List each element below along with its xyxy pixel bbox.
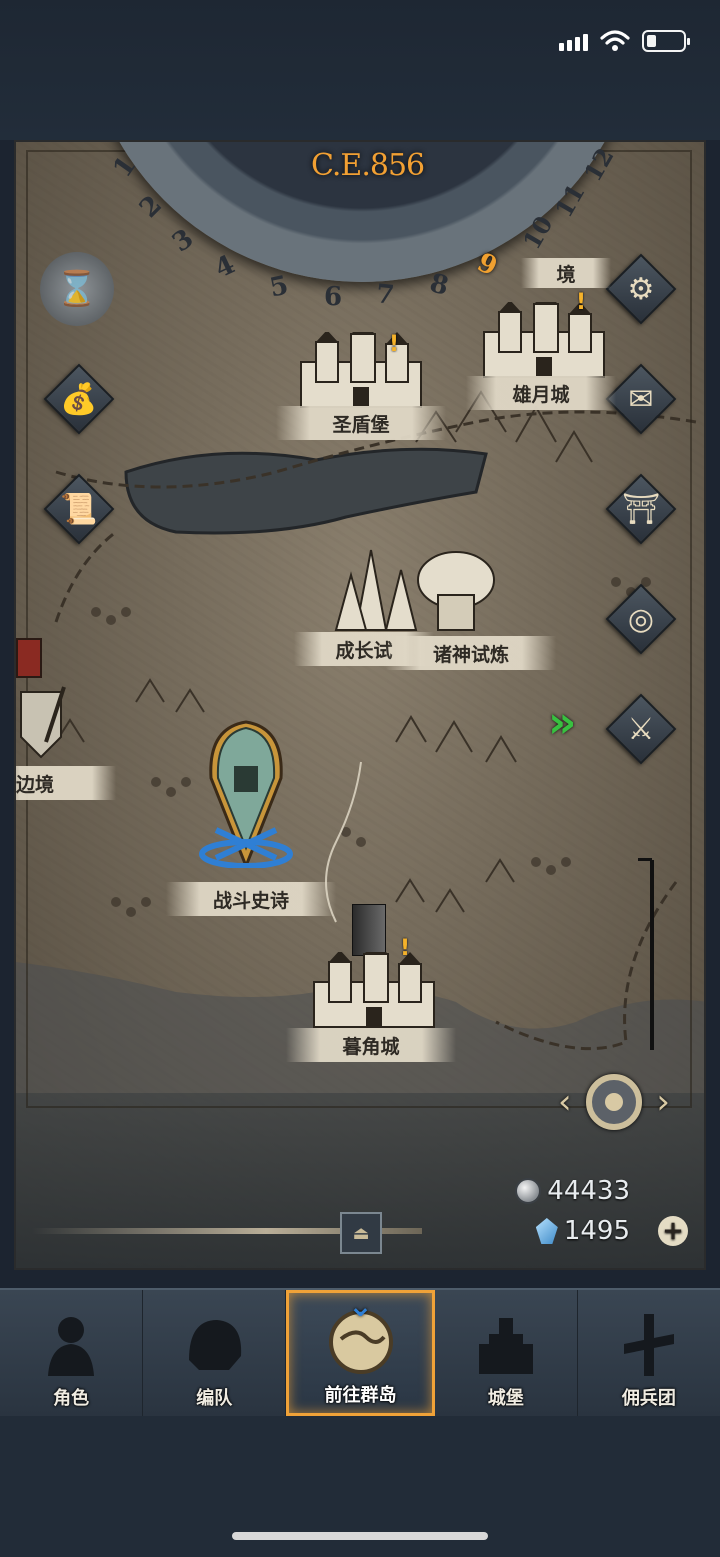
- tab-islands[interactable]: ⌄ 前往群岛: [286, 1289, 435, 1416]
- castle-icon[interactable]: [291, 332, 431, 412]
- money-bag-button[interactable]: 💰: [43, 363, 115, 435]
- outpost-icon[interactable]: [16, 682, 86, 762]
- gem-currency: 1495 +: [535, 1214, 688, 1248]
- tab-label: 编队: [196, 1388, 233, 1409]
- collapse-icon: ⏏: [352, 1222, 370, 1244]
- helmet-icon: [189, 1320, 242, 1370]
- gem-amount: 1495: [563, 1216, 630, 1246]
- target-icon[interactable]: [586, 1074, 642, 1130]
- locate-control[interactable]: ‹ ›: [558, 1066, 670, 1138]
- dial-number: 7: [374, 279, 396, 311]
- world-map[interactable]: C.E.856 1 2 3 4 5 6 7 8 9 10 11 12 ⌛ 💰 📜…: [14, 140, 706, 1270]
- location-label[interactable]: 诸神试炼: [386, 636, 556, 670]
- location-label[interactable]: 边境: [16, 766, 116, 800]
- battery-icon: [642, 30, 690, 52]
- gear-icon: ⚙: [627, 271, 655, 307]
- dial-number: 6: [324, 282, 343, 312]
- warrior-icon: ⚔: [627, 711, 655, 747]
- money-bag-icon: 💰: [60, 381, 98, 417]
- map-scrollbar[interactable]: [638, 858, 654, 1050]
- alert-icon: !: [576, 290, 587, 315]
- settings-button[interactable]: ⚙: [605, 253, 677, 325]
- location-label[interactable]: 圣盾堡: [276, 406, 446, 440]
- castle-icon: [478, 1318, 533, 1374]
- location-label[interactable]: 境: [521, 258, 611, 288]
- signal-icon: [559, 31, 588, 51]
- castle-icon[interactable]: [474, 302, 614, 382]
- bottom-nav: 角色 编队 ⌄ 前往群岛 城堡 佣兵团: [0, 1288, 720, 1416]
- tab-label: 前往群岛: [324, 1385, 397, 1406]
- mail-button[interactable]: ✉: [605, 363, 677, 435]
- castle-icon[interactable]: [304, 952, 444, 1032]
- alert-icon: !: [400, 936, 411, 961]
- location-label[interactable]: 战斗史诗: [166, 882, 336, 916]
- tab-label: 城堡: [487, 1388, 524, 1409]
- hourglass-icon[interactable]: ⌛: [40, 252, 114, 326]
- collapse-button[interactable]: ⏏: [340, 1212, 382, 1254]
- knight-icon: [48, 1317, 95, 1376]
- chevron-down-icon: ⌄: [347, 1289, 374, 1324]
- location-label[interactable]: 暮角城: [286, 1028, 456, 1062]
- alert-icon: !: [389, 332, 400, 357]
- scroll-button[interactable]: 📜: [43, 473, 115, 545]
- coin-button[interactable]: ◎: [605, 583, 677, 655]
- scroll-icon: 📜: [60, 491, 98, 527]
- mail-icon: ✉: [628, 381, 654, 417]
- gem-icon: [535, 1218, 558, 1244]
- mercenary-icon: [623, 1314, 674, 1376]
- add-gems-button[interactable]: +: [658, 1216, 688, 1246]
- year-label: C.E.856: [311, 148, 425, 183]
- green-chevron-icon: »: [548, 697, 577, 748]
- trial-forest-icon[interactable]: [326, 540, 506, 635]
- tab-formation[interactable]: 编队: [143, 1290, 287, 1416]
- silver-coin-icon: [515, 1178, 542, 1204]
- gate-button[interactable]: ⛩: [605, 473, 677, 545]
- warrior-button[interactable]: ⚔: [605, 693, 677, 765]
- home-indicator[interactable]: [232, 1532, 488, 1540]
- player-marker[interactable]: [196, 718, 296, 868]
- tab-label: 佣兵团: [621, 1388, 676, 1409]
- tab-mercenary[interactable]: 佣兵团: [578, 1290, 720, 1416]
- flag-icon: [16, 638, 42, 678]
- location-label[interactable]: 雄月城: [466, 376, 616, 410]
- silver-currency: 44433: [515, 1174, 688, 1208]
- left-arrow-icon[interactable]: ‹: [558, 1082, 572, 1122]
- wifi-icon: [600, 30, 630, 51]
- tab-label: 角色: [53, 1388, 90, 1409]
- banner-icon: [352, 904, 386, 956]
- status-bar: [0, 0, 720, 140]
- tab-castle[interactable]: 城堡: [435, 1290, 578, 1416]
- coin-stack-icon: ◎: [627, 601, 655, 637]
- right-arrow-icon[interactable]: ›: [656, 1082, 670, 1122]
- silver-amount: 44433: [547, 1176, 630, 1206]
- gate-icon: ⛩: [621, 491, 661, 527]
- tab-character[interactable]: 角色: [0, 1290, 144, 1416]
